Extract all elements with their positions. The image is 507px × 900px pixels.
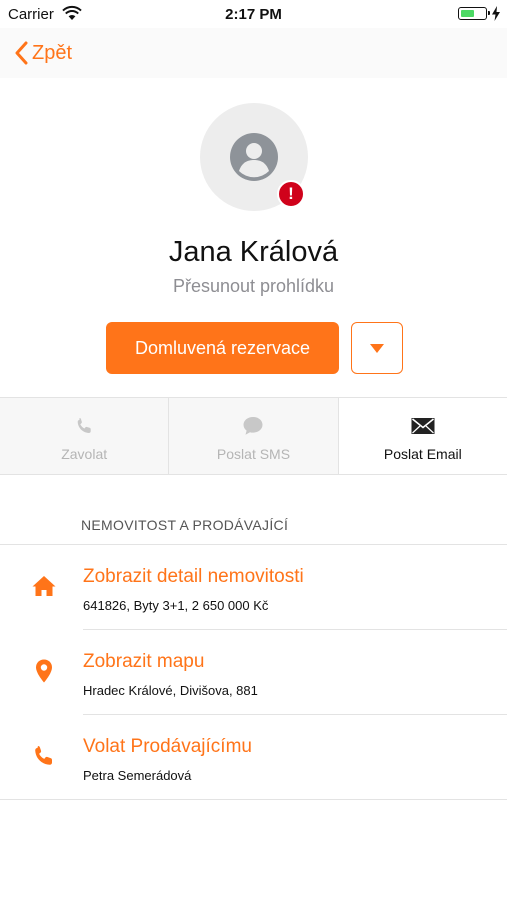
navigation-bar: Zpět <box>0 28 507 78</box>
back-button[interactable]: Zpět <box>14 38 72 68</box>
status-dropdown-button[interactable] <box>351 322 403 374</box>
call-seller-subtitle: Petra Semerádová <box>83 768 192 783</box>
show-map-title: Zobrazit mapu <box>83 651 205 672</box>
property-detail-row[interactable]: Zobrazit detail nemovitosti 641826, Byty… <box>0 545 507 630</box>
user-icon <box>230 133 278 181</box>
show-map-subtitle: Hradec Králové, Divišova, 881 <box>83 683 258 698</box>
section-header: NEMOVITOST A PRODÁVAJÍCÍ <box>81 517 289 533</box>
sms-action[interactable]: Poslat SMS <box>168 398 337 474</box>
contact-name: Jana Králová <box>168 236 339 268</box>
chevron-left-icon <box>15 41 28 65</box>
chat-bubble-icon <box>243 417 263 435</box>
carrier-label: Carrier <box>8 6 54 23</box>
call-seller-row[interactable]: Volat Prodávajícímu Petra Semerádová <box>0 715 507 800</box>
phone-icon <box>35 746 52 765</box>
call-action-label: Zavolat <box>61 446 108 462</box>
contact-subtitle: Přesunout prohlídku <box>172 276 335 296</box>
sms-action-label: Poslat SMS <box>216 446 291 462</box>
reservation-status-button[interactable]: Domluvená rezervace <box>106 322 339 374</box>
house-icon <box>32 576 56 596</box>
call-seller-title: Volat Prodávajícímu <box>83 736 252 757</box>
phone-icon <box>77 418 91 433</box>
email-action-label: Poslat Email <box>383 446 462 462</box>
divider <box>0 799 507 800</box>
alert-badge: ! <box>277 180 305 208</box>
back-label: Zpět <box>32 41 73 64</box>
contact-action-bar: Zavolat Poslat SMS Poslat Email <box>0 397 507 475</box>
map-pin-icon <box>36 659 52 683</box>
show-map-row[interactable]: Zobrazit mapu Hradec Králové, Divišova, … <box>0 630 507 715</box>
property-detail-title: Zobrazit detail nemovitosti <box>83 566 304 587</box>
property-detail-subtitle: 641826, Byty 3+1, 2 650 000 Kč <box>83 598 269 613</box>
battery-level <box>460 9 475 17</box>
wifi-icon <box>62 5 82 20</box>
envelope-icon <box>411 418 435 434</box>
charging-bolt-icon <box>492 6 500 21</box>
caret-down-icon <box>370 344 384 353</box>
battery-icon <box>458 7 490 20</box>
status-bar: Carrier 2:17 PM <box>0 0 507 28</box>
email-action[interactable]: Poslat Email <box>337 398 507 474</box>
call-action[interactable]: Zavolat <box>0 398 168 474</box>
